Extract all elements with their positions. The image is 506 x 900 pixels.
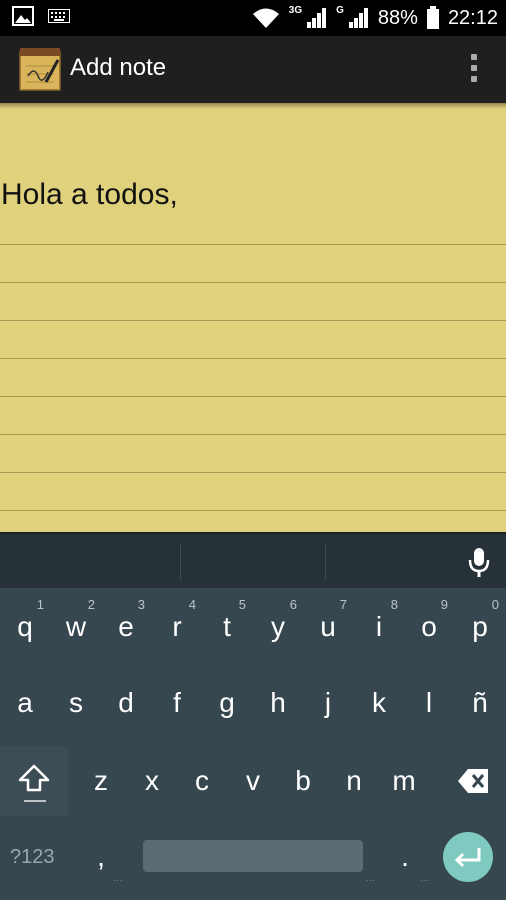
suggestion-strip[interactable] bbox=[0, 532, 506, 588]
key-g[interactable]: g bbox=[202, 668, 252, 738]
key-x[interactable]: x bbox=[127, 746, 177, 816]
key-a[interactable]: a bbox=[0, 668, 50, 738]
note-text[interactable]: Hola a todos, bbox=[1, 178, 178, 212]
signal-icon-2 bbox=[348, 8, 368, 28]
key-n-tilde[interactable]: ñ bbox=[455, 668, 505, 738]
soft-keyboard: q1 w2 e3 r4 t5 y6 u7 i8 o9 p0 a s d f g … bbox=[0, 588, 506, 900]
network-g-label: G bbox=[336, 4, 344, 16]
key-f[interactable]: f bbox=[152, 668, 202, 738]
symbols-key[interactable]: ?123 bbox=[10, 842, 68, 872]
key-z[interactable]: z bbox=[76, 746, 126, 816]
space-key[interactable] bbox=[143, 840, 363, 872]
key-c[interactable]: c bbox=[177, 746, 227, 816]
key-k[interactable]: k bbox=[354, 668, 404, 738]
shift-key[interactable] bbox=[0, 746, 68, 816]
key-q[interactable]: q1 bbox=[0, 592, 50, 662]
key-r[interactable]: r4 bbox=[152, 592, 202, 662]
key-d[interactable]: d bbox=[101, 668, 151, 738]
overflow-menu-icon[interactable] bbox=[462, 50, 486, 86]
status-bar: 3G G 88% 22:12 bbox=[0, 0, 506, 36]
suggestion-divider bbox=[180, 544, 181, 580]
key-y[interactable]: y6 bbox=[253, 592, 303, 662]
key-u[interactable]: u7 bbox=[303, 592, 353, 662]
backspace-key[interactable] bbox=[438, 746, 506, 816]
key-p[interactable]: p0 bbox=[455, 592, 505, 662]
action-bar-shadow bbox=[0, 103, 506, 109]
backspace-icon bbox=[458, 769, 488, 793]
key-m[interactable]: m bbox=[379, 746, 429, 816]
suggestion-divider bbox=[325, 544, 326, 580]
wifi-icon bbox=[252, 8, 279, 28]
key-w[interactable]: w2 bbox=[51, 592, 101, 662]
action-bar: Add note bbox=[0, 36, 506, 103]
key-b[interactable]: b bbox=[278, 746, 328, 816]
key-s[interactable]: s bbox=[51, 668, 101, 738]
period-dots-left: … bbox=[365, 873, 375, 884]
microphone-icon[interactable] bbox=[466, 546, 492, 580]
enter-key[interactable] bbox=[443, 832, 493, 882]
key-h[interactable]: h bbox=[253, 668, 303, 738]
period-dots-right: … bbox=[420, 873, 430, 884]
key-t[interactable]: t5 bbox=[202, 592, 252, 662]
enter-icon bbox=[454, 848, 481, 868]
keyboard-icon bbox=[48, 9, 70, 23]
page-title: Add note bbox=[70, 54, 167, 81]
comma-dots: … bbox=[113, 873, 123, 884]
key-e[interactable]: e3 bbox=[101, 592, 151, 662]
network-3g-label: 3G bbox=[288, 4, 303, 16]
battery-icon bbox=[426, 6, 439, 29]
battery-percent: 88% bbox=[377, 6, 418, 29]
key-o[interactable]: o9 bbox=[404, 592, 454, 662]
key-v[interactable]: v bbox=[228, 746, 278, 816]
key-l[interactable]: l bbox=[404, 668, 454, 738]
key-j[interactable]: j bbox=[303, 668, 353, 738]
gallery-icon bbox=[12, 6, 34, 26]
clock: 22:12 bbox=[447, 6, 498, 29]
notepad-icon[interactable] bbox=[18, 46, 62, 92]
shift-icon bbox=[18, 764, 50, 802]
key-n[interactable]: n bbox=[329, 746, 379, 816]
signal-icon-1 bbox=[307, 8, 327, 28]
key-i[interactable]: i8 bbox=[354, 592, 404, 662]
